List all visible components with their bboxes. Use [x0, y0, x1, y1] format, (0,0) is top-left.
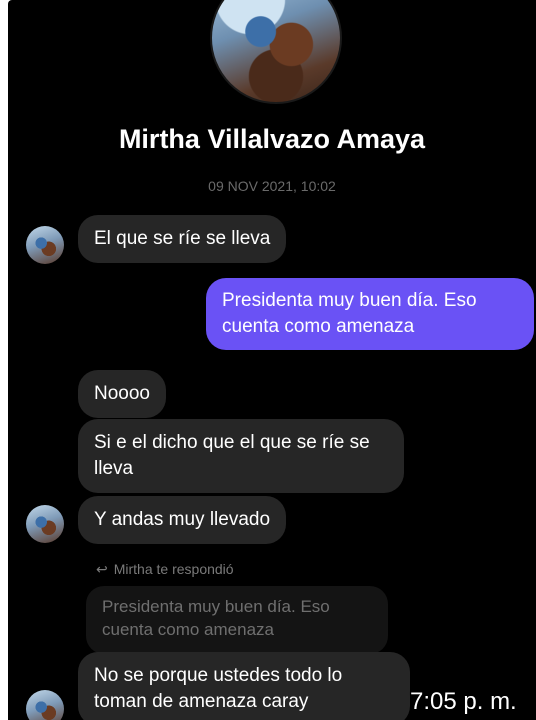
contact-avatar-large[interactable] [210, 0, 342, 104]
sender-avatar[interactable] [26, 690, 64, 720]
message-bubble-incoming[interactable]: El que se ríe se lleva [78, 215, 287, 263]
sender-avatar[interactable] [26, 226, 64, 264]
thread-timestamp: 09 NOV 2021, 10:02 [208, 178, 336, 194]
message-bubble-incoming[interactable]: No se porque ustedes todo lo toman de am… [78, 652, 410, 720]
chat-screen: Mirtha Villalvazo Amaya 09 NOV 2021, 10:… [8, 0, 536, 720]
quoted-message[interactable]: Presidenta muy buen día. Eso cuenta como… [86, 586, 388, 654]
message-bubble-incoming[interactable]: Si e el dicho que el que se ríe se lleva [78, 419, 404, 493]
contact-name[interactable]: Mirtha Villalvazo Amaya [8, 124, 536, 155]
sender-avatar[interactable] [26, 505, 64, 543]
message-bubble-incoming[interactable]: Y andas muy llevado [78, 496, 287, 544]
screenshot-time-overlay: 7:05 p. m. [410, 688, 517, 715]
message-bubble-outgoing[interactable]: Presidenta muy buen día. Eso cuenta como… [206, 278, 534, 350]
reply-arrow-icon: ↩ [96, 561, 108, 577]
reply-indicator: ↩ Mirtha te respondió [96, 561, 234, 578]
message-bubble-incoming[interactable]: Noooo [78, 370, 166, 418]
reply-label-text: Mirtha te respondió [113, 561, 234, 577]
